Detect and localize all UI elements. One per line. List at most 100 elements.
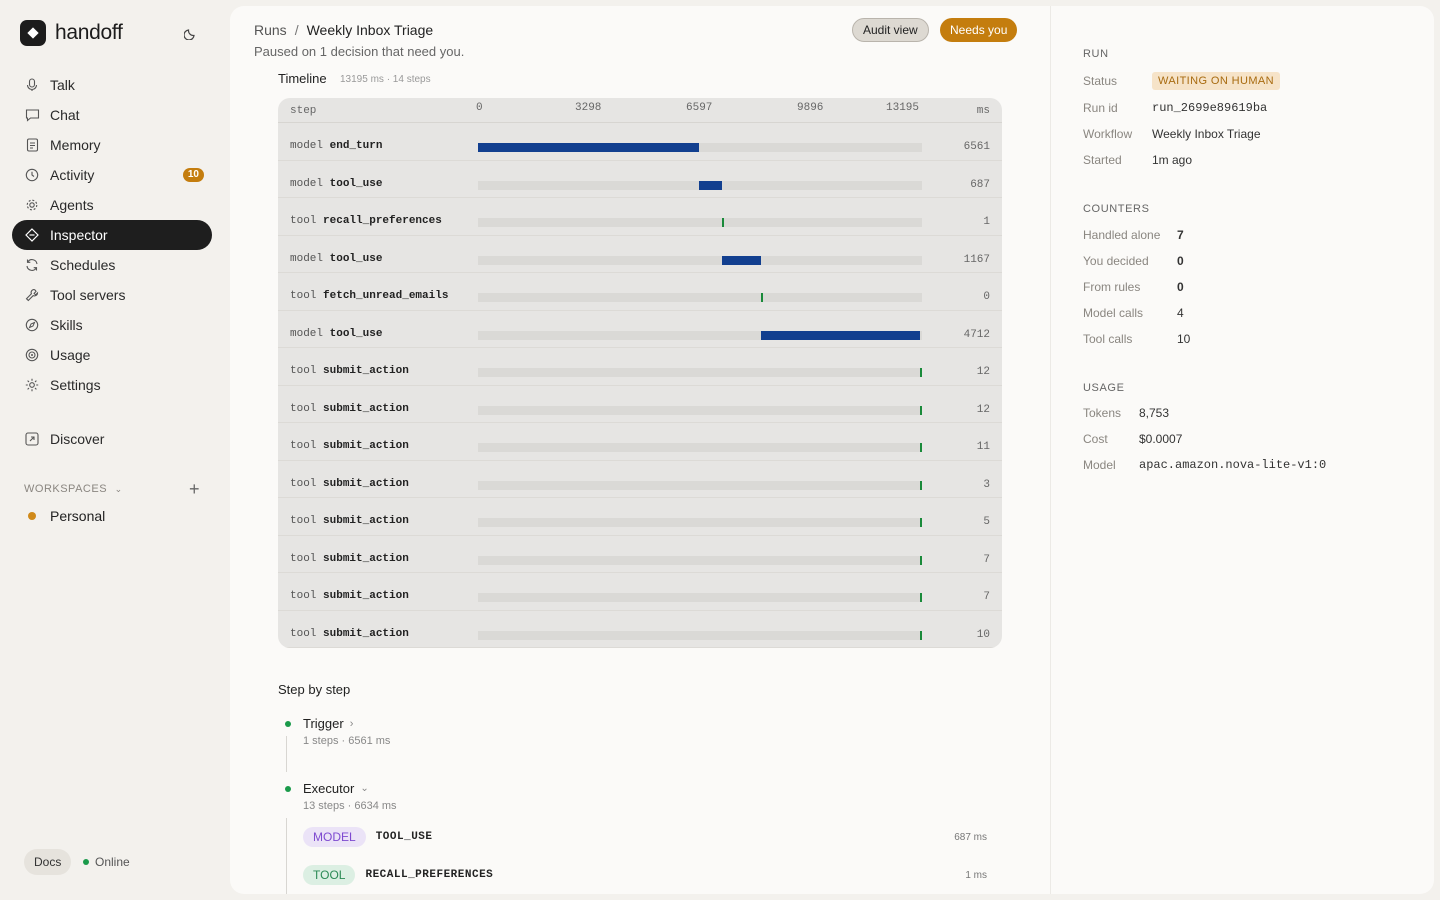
timeline-row-name: recall_preferences xyxy=(323,215,442,227)
docs-button[interactable]: Docs xyxy=(24,849,72,875)
timeline-row[interactable]: tool submit_action 5 xyxy=(278,498,1002,536)
timeline-row[interactable]: tool submit_action 11 xyxy=(278,423,1002,461)
nav-usage[interactable]: Usage xyxy=(12,340,212,370)
timeline-row-name: submit_action xyxy=(323,552,409,565)
timeline-row[interactable]: tool submit_action 3 xyxy=(278,461,1002,498)
step-row-tool-recall-preferences[interactable]: TOOL RECALL_PREFERENCES 1 ms xyxy=(303,863,987,887)
nav-label: Skills xyxy=(50,317,83,333)
trigger-label: Trigger xyxy=(303,716,344,731)
timeline-track xyxy=(478,218,922,227)
timeline-row[interactable]: tool recall_preferences 1 xyxy=(278,198,1002,236)
nav-tool-servers[interactable]: Tool servers xyxy=(12,280,212,310)
timeline-row-name: submit_action xyxy=(323,440,409,452)
timeline-tick-mark xyxy=(920,518,922,527)
timeline-row-label: tool submit_action xyxy=(290,478,409,490)
trigger-connector xyxy=(286,736,287,772)
timeline-row[interactable]: tool submit_action 7 xyxy=(278,573,1002,611)
usage-model: Model apac.amazon.nova-lite-v1:0 xyxy=(1083,458,1326,472)
nav-agents[interactable]: Agents xyxy=(12,190,212,220)
timeline-track xyxy=(478,180,922,190)
logo-mark-icon xyxy=(20,20,46,46)
nav-talk[interactable]: Talk xyxy=(12,70,212,100)
timeline-track xyxy=(478,143,922,152)
online-status: Online xyxy=(83,855,130,869)
timeline-title: Timeline xyxy=(278,71,327,86)
discover-section: Discover xyxy=(12,424,212,454)
nav-label: Agents xyxy=(50,197,94,213)
step-name: TOOL_USE xyxy=(375,831,433,843)
chevron-down-icon: ⌄ xyxy=(114,484,123,494)
timeline-bar xyxy=(721,255,762,265)
timeline-tick-mark xyxy=(919,368,922,377)
stage-trigger[interactable]: Trigger › xyxy=(285,716,353,731)
run-section-title: RUN xyxy=(1083,48,1109,60)
compass-icon xyxy=(24,317,40,333)
timeline-row-label: tool submit_action xyxy=(290,365,409,377)
timeline-row[interactable]: tool submit_action 12 xyxy=(278,386,1002,423)
timeline-bar xyxy=(698,180,722,190)
timeline-tick-label: 13195 xyxy=(886,102,920,114)
workspaces-header[interactable]: WORKSPACES ⌄ + xyxy=(24,479,204,499)
clock-icon xyxy=(24,167,40,183)
nav-memory[interactable]: Memory xyxy=(12,130,212,160)
workspace-item-personal[interactable]: Personal xyxy=(24,508,105,524)
nav-discover[interactable]: Discover xyxy=(12,424,212,454)
timeline-row[interactable]: tool fetch_unread_emails 0 xyxy=(278,273,1002,311)
nav-schedules[interactable]: Schedules xyxy=(12,250,212,280)
timeline-row-kind: tool xyxy=(290,402,317,415)
needs-you-button[interactable]: Needs you xyxy=(940,18,1018,42)
timeline-row[interactable]: model tool_use 1167 xyxy=(278,236,1002,273)
counter-row: Model calls 4 xyxy=(1083,306,1184,320)
timeline-row-duration: 1167 xyxy=(963,253,990,266)
timeline-row-duration: 5 xyxy=(983,516,990,528)
timeline-row-name: tool_use xyxy=(329,327,383,340)
counter-value: 10 xyxy=(1177,332,1191,346)
breadcrumb-runs[interactable]: Runs xyxy=(254,22,287,38)
run-started: Started 1m ago xyxy=(1083,153,1192,167)
cost-value: $0.0007 xyxy=(1139,432,1183,446)
run-id-value: run_2699e89619ba xyxy=(1152,101,1268,115)
timeline-tick-label: 0 xyxy=(476,102,483,114)
nav-activity[interactable]: Activity 10 xyxy=(12,160,212,190)
timeline-row-kind: model xyxy=(290,140,324,152)
counter-value: 0 xyxy=(1177,280,1184,294)
timeline-row-label: tool submit_action xyxy=(290,515,409,527)
stage-executor[interactable]: Executor ⌄ xyxy=(285,781,369,796)
timeline-row[interactable]: tool submit_action 7 xyxy=(278,536,1002,573)
add-workspace-icon[interactable]: + xyxy=(189,479,200,500)
timeline-row-name: submit_action xyxy=(323,402,409,415)
nav-settings[interactable]: Settings xyxy=(12,370,212,400)
timeline-row[interactable]: model tool_use 687 xyxy=(278,161,1002,198)
logo[interactable]: handoff xyxy=(20,20,123,46)
nav-inspector[interactable]: Inspector xyxy=(12,220,212,250)
timeline-row[interactable]: model tool_use 4712 xyxy=(278,311,1002,348)
timeline-row-name: tool_use xyxy=(329,252,383,265)
run-id-label: Run id xyxy=(1083,101,1118,115)
timeline-tick-mark xyxy=(761,293,764,302)
online-label: Online xyxy=(95,855,130,869)
timeline-track xyxy=(478,405,922,415)
mic-icon xyxy=(24,77,40,93)
nav-label: Inspector xyxy=(50,227,108,243)
status-badge: WAITING ON HUMAN xyxy=(1152,72,1280,90)
nav-chat[interactable]: Chat xyxy=(12,100,212,130)
nav-label: Tool servers xyxy=(50,287,126,303)
timeline-row[interactable]: tool submit_action 10 xyxy=(278,611,1002,648)
timeline-row-duration: 10 xyxy=(976,628,990,641)
timeline-ms-header: ms xyxy=(976,105,990,117)
moon-icon[interactable] xyxy=(184,26,198,40)
nav-skills[interactable]: Skills xyxy=(12,310,212,340)
timeline-row-label: tool submit_action xyxy=(290,403,409,415)
step-row-model-tool-use[interactable]: MODEL TOOL_USE 687 ms xyxy=(303,825,987,849)
timeline-tick-mark xyxy=(920,630,922,640)
timeline-row-kind: tool xyxy=(290,440,317,452)
timeline-row[interactable]: tool submit_action 12 xyxy=(278,348,1002,386)
nav-label: Memory xyxy=(50,137,101,153)
timeline-row[interactable]: model end_turn 6561 xyxy=(278,123,1002,161)
timeline-step-header: step xyxy=(290,105,317,117)
timeline-row-name: submit_action xyxy=(323,477,409,490)
timeline-row-kind: tool xyxy=(290,215,317,227)
audit-view-button[interactable]: Audit view xyxy=(852,18,929,42)
timeline-row-duration: 7 xyxy=(983,553,990,566)
workflow-label: Workflow xyxy=(1083,127,1133,141)
